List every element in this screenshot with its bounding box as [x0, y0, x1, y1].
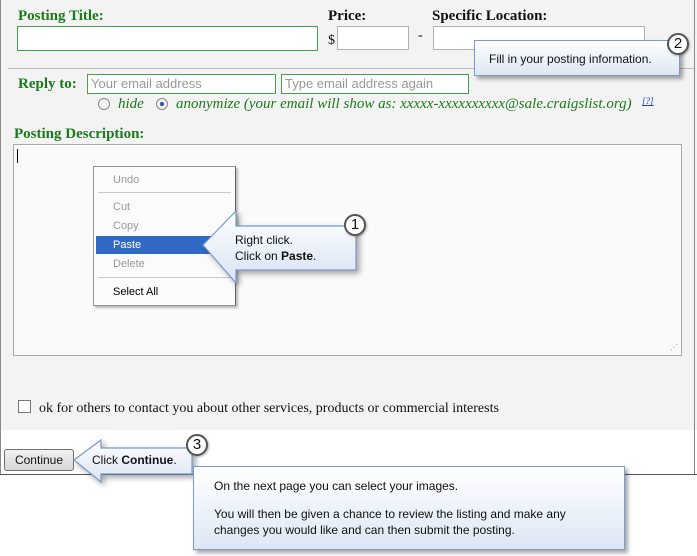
menu-item-delete[interactable]: Delete: [96, 255, 233, 273]
hide-label: hide: [118, 96, 144, 112]
text-cursor: [17, 149, 18, 163]
menu-item-paste[interactable]: Paste: [96, 236, 233, 254]
posting-title-label: Posting Title:: [18, 8, 104, 24]
step-1-badge: 1: [344, 214, 366, 236]
email-input[interactable]: Your email address: [87, 74, 276, 94]
contact-checkbox[interactable]: [18, 400, 31, 413]
contact-checkbox-label: ok for others to contact you about other…: [39, 401, 499, 416]
callout-3-text: Click Continue.: [92, 453, 177, 467]
callout-1-line2: Click on Paste.: [235, 249, 317, 263]
menu-separator: [98, 277, 231, 278]
hide-radio[interactable]: [98, 98, 110, 110]
reply-to-label: Reply to:: [18, 76, 77, 92]
menu-separator: [98, 192, 231, 193]
menu-item-copy[interactable]: Copy: [96, 217, 233, 235]
location-separator: -: [418, 28, 423, 43]
callout-1-text: Right click. Click on Paste.: [235, 232, 316, 264]
specific-location-label: Specific Location:: [432, 8, 548, 24]
step-3-badge: 3: [186, 434, 208, 456]
anonymize-radio[interactable]: [156, 98, 168, 110]
callout-1-line1: Right click.: [235, 233, 294, 247]
context-menu: Undo Cut Copy Paste Delete Select All: [93, 166, 236, 306]
resize-handle-icon[interactable]: ⋰: [670, 343, 678, 352]
price-input[interactable]: [337, 26, 409, 50]
next-page-line2: You will then be given a chance to revie…: [214, 507, 566, 537]
menu-item-cut[interactable]: Cut: [96, 198, 233, 216]
posting-description-label: Posting Description:: [14, 126, 145, 142]
menu-item-undo[interactable]: Undo: [96, 171, 233, 189]
email-confirm-input[interactable]: Type email address again: [281, 74, 469, 94]
next-page-callout: On the next page you can select your ima…: [193, 466, 625, 550]
help-link[interactable]: [?]: [642, 96, 654, 106]
continue-button[interactable]: Continue: [4, 449, 74, 471]
next-page-line1: On the next page you can select your ima…: [214, 479, 459, 493]
step-2-badge: 2: [667, 33, 689, 55]
menu-item-select-all[interactable]: Select All: [96, 283, 233, 301]
callout-2: Fill in your posting information.: [474, 40, 680, 76]
posting-title-input[interactable]: [17, 26, 318, 51]
anonymize-label: anonymize (your email will show as: xxxx…: [176, 96, 632, 112]
price-label: Price:: [328, 8, 367, 24]
currency-symbol: $: [328, 33, 335, 48]
